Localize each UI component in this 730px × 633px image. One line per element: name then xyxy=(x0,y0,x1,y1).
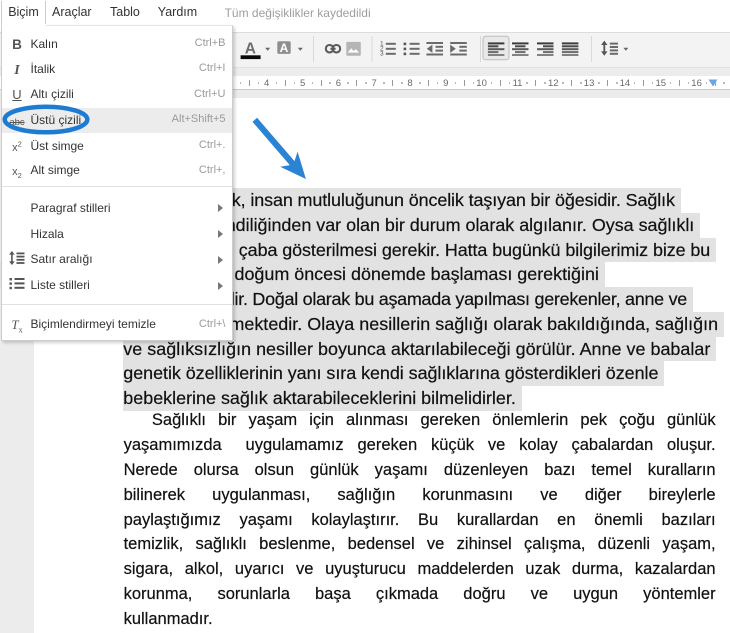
svg-text:A: A xyxy=(245,41,256,58)
svg-text:A: A xyxy=(280,41,289,55)
svg-text:3: 3 xyxy=(380,51,384,58)
